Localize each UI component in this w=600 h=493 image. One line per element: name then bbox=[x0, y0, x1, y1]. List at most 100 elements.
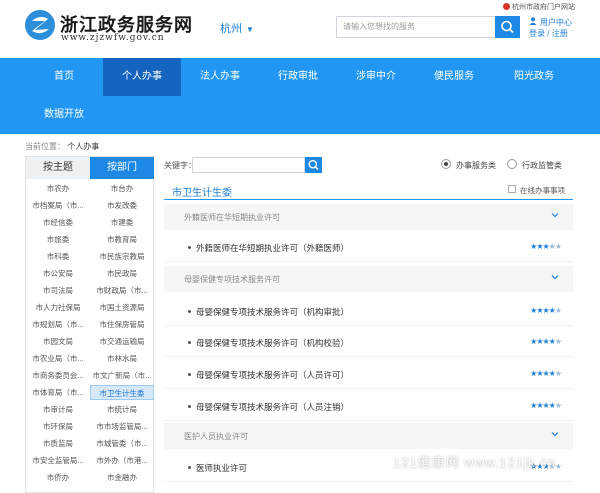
user-center-link[interactable]: 用户中心 bbox=[540, 17, 572, 28]
group-header[interactable]: 外籍医师在华短期执业许可 bbox=[164, 204, 573, 230]
department-item[interactable]: 市林水局 bbox=[90, 351, 154, 366]
service-label[interactable]: 母婴保健专项技术服务许可（机构审批） bbox=[196, 306, 349, 318]
service-row[interactable]: 母婴保健专项技术服务许可（机构校验） ★★★★★ bbox=[164, 327, 573, 357]
breadcrumb-prefix: 当前位置： bbox=[25, 142, 65, 151]
tab-by-department[interactable]: 按部门 bbox=[90, 157, 154, 179]
watermark: 121健康网 www.121jk.cn bbox=[393, 455, 556, 470]
group-header[interactable]: 医护人员执业许可 bbox=[164, 423, 573, 449]
department-item[interactable]: 市教育局 bbox=[90, 232, 154, 247]
department-item[interactable]: 市档案局（市... bbox=[26, 198, 90, 213]
radio-service-label: 办事服务类 bbox=[456, 161, 496, 170]
star-empty-icon: ★ bbox=[554, 337, 562, 346]
department-item[interactable]: 市农办 bbox=[26, 181, 90, 196]
gov-portal-link[interactable]: 杭州市政府门户网站 bbox=[503, 2, 575, 12]
department-item[interactable]: 市财政局（市... bbox=[90, 283, 154, 298]
group-header[interactable]: 母婴保健专项技术服务许可 bbox=[164, 266, 573, 292]
search-button[interactable] bbox=[495, 16, 520, 38]
service-row[interactable]: 外籍医师在华短期执业许可（外籍医师） ★★★★★ bbox=[164, 232, 573, 262]
department-item[interactable]: 市司法局 bbox=[26, 283, 90, 298]
nav-home[interactable]: 首页 bbox=[25, 58, 103, 96]
department-item[interactable]: 市公安局 bbox=[26, 266, 90, 281]
service-label[interactable]: 医师执业许可 bbox=[196, 462, 247, 474]
nav-open-data[interactable]: 数据开放 bbox=[25, 96, 103, 134]
city-label: 杭州 bbox=[220, 23, 242, 35]
nav-legal-person[interactable]: 法人办事 bbox=[181, 58, 259, 96]
tab-by-topic[interactable]: 按主题 bbox=[26, 157, 90, 179]
department-item[interactable]: 市农业局（市... bbox=[26, 351, 90, 366]
rating-stars: ★★★★★ bbox=[530, 306, 562, 315]
bullet-icon bbox=[188, 310, 191, 313]
city-selector[interactable]: 杭州 ▼ bbox=[220, 20, 254, 36]
department-item[interactable]: 市文广新局（市... bbox=[90, 368, 154, 383]
department-item[interactable]: 市环保局 bbox=[26, 419, 90, 434]
bullet-icon bbox=[188, 466, 191, 469]
department-item[interactable]: 市台办 bbox=[90, 181, 154, 196]
section-title: 市卫生计生委 bbox=[172, 188, 232, 199]
department-item[interactable]: 市统计局 bbox=[90, 402, 154, 417]
nav-personal[interactable]: 个人办事 bbox=[103, 58, 181, 96]
auth-links: 登录 / 注册 bbox=[529, 28, 568, 39]
service-row[interactable]: 母婴保健专项技术服务许可（人员许可） ★★★★★ bbox=[164, 359, 573, 389]
department-item[interactable]: 市园文局 bbox=[26, 334, 90, 349]
department-item[interactable]: 市市场监管局... bbox=[90, 419, 154, 434]
department-item[interactable]: 市外办（市港... bbox=[90, 453, 154, 468]
nav-intermediary[interactable]: 涉审中介 bbox=[337, 58, 415, 96]
login-link[interactable]: 登录 bbox=[529, 29, 545, 38]
radio-supervision[interactable] bbox=[507, 159, 517, 169]
chevron-down-icon bbox=[551, 275, 559, 280]
department-item[interactable]: 市卫生计生委 bbox=[90, 385, 154, 400]
register-link[interactable]: 注册 bbox=[552, 29, 568, 38]
bullet-icon bbox=[188, 405, 191, 408]
department-item[interactable]: 市侨办 bbox=[26, 470, 90, 485]
bullet-icon bbox=[188, 246, 191, 249]
department-item[interactable]: 市规划局（市... bbox=[26, 317, 90, 332]
service-row[interactable]: 母婴保健专项技术服务许可（机构审批） ★★★★★ bbox=[164, 296, 573, 326]
group-label: 医护人员执业许可 bbox=[184, 432, 248, 441]
service-label[interactable]: 母婴保健专项技术服务许可（机构校验） bbox=[196, 337, 349, 349]
star-empty-icon: ★ bbox=[554, 306, 562, 315]
chevron-down-icon: ▼ bbox=[246, 25, 254, 34]
site-logo-icon[interactable] bbox=[25, 10, 55, 40]
department-item[interactable]: 市国土资源局 bbox=[90, 300, 154, 315]
nav-admin-approval[interactable]: 行政审批 bbox=[259, 58, 337, 96]
service-label[interactable]: 外籍医师在华短期执业许可（外籍医师） bbox=[196, 242, 349, 254]
department-item[interactable]: 市交通运输局 bbox=[90, 334, 154, 349]
department-item[interactable]: 市建委 bbox=[90, 215, 154, 230]
keyword-input[interactable] bbox=[192, 157, 305, 173]
department-item[interactable]: 市体育局（市... bbox=[26, 385, 90, 400]
department-item[interactable]: 市发改委 bbox=[90, 198, 154, 213]
department-item[interactable]: 市民政局 bbox=[90, 266, 154, 281]
department-item[interactable]: 市人力社保局 bbox=[26, 300, 90, 315]
department-item[interactable]: 市质监局 bbox=[26, 436, 90, 451]
site-header: 浙江政务服务网 www.zjzwfw.gov.cn 杭州 ▼ 请输入您想找的服务 … bbox=[0, 0, 600, 58]
service-row[interactable]: 母婴保健专项技术服务许可（人员注销） ★★★★★ bbox=[164, 391, 573, 421]
online-only-checkbox[interactable] bbox=[508, 185, 516, 193]
department-item[interactable]: 市民族宗教局 bbox=[90, 249, 154, 264]
gov-portal-label: 杭州市政府门户网站 bbox=[512, 4, 575, 11]
chevron-down-icon bbox=[551, 213, 559, 218]
radio-service[interactable] bbox=[441, 159, 451, 169]
department-item[interactable]: 市审计局 bbox=[26, 402, 90, 417]
keyword-search-button[interactable] bbox=[305, 157, 322, 173]
department-item[interactable]: 市经信委 bbox=[26, 215, 90, 230]
online-only-label: 在线办事事项 bbox=[520, 186, 565, 195]
department-item[interactable]: 市安全监管局... bbox=[26, 453, 90, 468]
department-item[interactable]: 市科委 bbox=[26, 249, 90, 264]
department-item[interactable]: 市商务委员会... bbox=[26, 368, 90, 383]
search-input[interactable]: 请输入您想找的服务 bbox=[336, 16, 496, 38]
service-label[interactable]: 母婴保健专项技术服务许可（人员许可） bbox=[196, 369, 349, 381]
rating-stars: ★★★★★ bbox=[530, 242, 562, 251]
site-url: www.zjzwfw.gov.cn bbox=[61, 33, 165, 43]
breadcrumb-current[interactable]: 个人办事 bbox=[67, 142, 99, 151]
nav-open-govt[interactable]: 阳光政务 bbox=[493, 58, 575, 96]
department-item[interactable]: 市旅委 bbox=[26, 232, 90, 247]
auth-separator: / bbox=[547, 29, 550, 38]
department-item[interactable]: 市金融办 bbox=[90, 470, 154, 485]
user-icon bbox=[529, 17, 537, 25]
rating-stars: ★★★★★ bbox=[530, 337, 562, 346]
department-item[interactable]: 市城管委（市... bbox=[90, 436, 154, 451]
service-label[interactable]: 母婴保健专项技术服务许可（人员注销） bbox=[196, 401, 349, 413]
department-item[interactable]: 市住保房管局 bbox=[90, 317, 154, 332]
nav-public-service[interactable]: 便民服务 bbox=[415, 58, 493, 96]
group-label: 母婴保健专项技术服务许可 bbox=[184, 275, 280, 284]
